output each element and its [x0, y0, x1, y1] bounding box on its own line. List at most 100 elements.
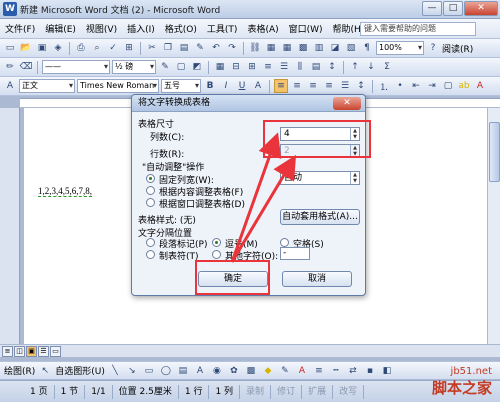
fit-window-label[interactable]: 根据窗口调整表格(D) — [159, 197, 245, 210]
align-center-icon[interactable]: ≡ — [290, 79, 304, 93]
read-mode-button[interactable]: 阅读(R) — [442, 42, 473, 55]
research-icon[interactable]: ⊞ — [122, 41, 136, 55]
menu-insert[interactable]: 插入(I) — [122, 22, 160, 35]
distributed-icon[interactable]: ☰ — [338, 79, 352, 93]
dialog-close-button[interactable]: ✕ — [333, 97, 361, 110]
highlight-icon[interactable]: ab — [457, 79, 471, 93]
print-icon[interactable]: ⎙ — [74, 41, 88, 55]
distribute-rows-icon[interactable]: ☰ — [277, 60, 291, 74]
border-color-icon[interactable]: ✎ — [158, 60, 172, 74]
font-select[interactable]: Times New Roman — [77, 79, 159, 93]
maximize-button[interactable]: □ — [443, 1, 463, 16]
columns-icon[interactable]: ▥ — [312, 41, 326, 55]
sep-other-input[interactable]: - — [280, 247, 310, 260]
save-icon[interactable]: ▣ — [35, 41, 49, 55]
menu-table[interactable]: 表格(A) — [242, 22, 283, 35]
fit-window-radio[interactable] — [146, 198, 155, 207]
open-icon[interactable]: 📂 — [19, 41, 33, 55]
print-preview-icon[interactable]: ⌕ — [90, 41, 104, 55]
sep-tab-radio[interactable] — [146, 250, 155, 259]
fixed-width-value[interactable]: 自动 — [284, 173, 302, 183]
minimize-button[interactable]: — — [422, 1, 442, 16]
show-hide-icon[interactable]: ¶ — [360, 41, 374, 55]
arrow-icon[interactable]: ↘ — [125, 364, 139, 378]
status-rec[interactable]: 录制 — [240, 384, 272, 399]
fill-color-icon[interactable]: ◆ — [261, 364, 275, 378]
autoformat-button[interactable]: 自动套用格式(A)... — [280, 209, 360, 225]
picture-icon[interactable]: ▩ — [244, 364, 258, 378]
scroll-thumb[interactable] — [489, 122, 500, 182]
font-color-icon[interactable]: A — [473, 79, 487, 93]
decrease-indent-icon[interactable]: ⇤ — [409, 79, 423, 93]
status-trk[interactable]: 修订 — [271, 384, 303, 399]
autoformat-icon[interactable]: ▤ — [309, 60, 323, 74]
fixed-width-spinner[interactable]: 自动 ▲ ▼ — [280, 171, 360, 185]
text-direction-icon[interactable]: ↕ — [325, 60, 339, 74]
split-cells-icon[interactable]: ⊞ — [245, 60, 259, 74]
help-search-input[interactable]: 键入需要帮助的问题 — [360, 22, 476, 36]
shadow-icon[interactable]: ▪ — [363, 364, 377, 378]
status-ext[interactable]: 扩展 — [302, 384, 334, 399]
fixed-width-radio[interactable] — [146, 174, 155, 183]
font-color-icon[interactable]: A — [295, 364, 309, 378]
document-text[interactable]: 1,2,3,4,5,6,7,8, — [38, 186, 92, 197]
outline-view-icon[interactable]: ☰ — [38, 345, 49, 357]
borders-icon[interactable]: ▢ — [174, 60, 188, 74]
oval-icon[interactable]: ◯ — [159, 364, 173, 378]
justify-icon[interactable]: ≡ — [322, 79, 336, 93]
bold-button[interactable]: B — [203, 79, 217, 93]
document-map-icon[interactable]: ▧ — [344, 41, 358, 55]
style-select[interactable]: 正文 — [19, 79, 75, 93]
sep-space-radio[interactable] — [280, 238, 289, 247]
draw-menu[interactable]: 绘图(R) — [4, 364, 35, 377]
autoshapes-menu[interactable]: 自选图形(U) — [55, 364, 105, 377]
normal-view-icon[interactable]: ≡ — [2, 345, 13, 357]
wordart-icon[interactable]: A — [193, 364, 207, 378]
3d-icon[interactable]: ◧ — [380, 364, 394, 378]
textbox-icon[interactable]: ▤ — [176, 364, 190, 378]
web-view-icon[interactable]: ◫ — [14, 345, 25, 357]
close-button[interactable]: ✕ — [464, 1, 498, 16]
menu-view[interactable]: 视图(V) — [81, 22, 122, 35]
cut-icon[interactable]: ✂ — [145, 41, 159, 55]
zoom-select[interactable]: 100% — [376, 41, 424, 55]
autosum-icon[interactable]: Σ — [380, 60, 394, 74]
menu-file[interactable]: 文件(F) — [0, 22, 40, 35]
numbering-icon[interactable]: ⒈ — [377, 79, 391, 93]
line-color-icon[interactable]: ✎ — [278, 364, 292, 378]
draw-table-icon[interactable]: ✏ — [3, 60, 17, 74]
styles-icon[interactable]: A — [3, 79, 17, 93]
align-icon[interactable]: ≡ — [261, 60, 275, 74]
new-document-icon[interactable]: ▭ — [3, 41, 17, 55]
menu-tools[interactable]: 工具(T) — [202, 22, 243, 35]
diagram-icon[interactable]: ◉ — [210, 364, 224, 378]
line-style-icon[interactable]: ≡ — [312, 364, 326, 378]
spelling-icon[interactable]: ✓ — [106, 41, 120, 55]
char-border-icon[interactable]: A — [251, 79, 265, 93]
reading-view-icon[interactable]: ▭ — [50, 345, 61, 357]
spinner-arrows-icon[interactable]: ▲ ▼ — [350, 172, 359, 184]
sort-descending-icon[interactable]: ↓ — [364, 60, 378, 74]
italic-button[interactable]: I — [219, 79, 233, 93]
rectangle-icon[interactable]: ▭ — [142, 364, 156, 378]
sep-comma-radio[interactable] — [212, 238, 221, 247]
drawing-icon[interactable]: ◪ — [328, 41, 342, 55]
distribute-columns-icon[interactable]: ⫼ — [293, 60, 307, 74]
status-ovr[interactable]: 改写 — [333, 384, 365, 399]
align-left-icon[interactable]: ≡ — [274, 79, 288, 93]
sep-other-radio[interactable] — [212, 250, 221, 259]
align-right-icon[interactable]: ≡ — [306, 79, 320, 93]
insert-table-icon[interactable]: ▦ — [213, 60, 227, 74]
fit-content-radio[interactable] — [146, 186, 155, 195]
insert-excel-icon[interactable]: ▩ — [296, 41, 310, 55]
hyperlink-icon[interactable]: ⛓ — [248, 41, 262, 55]
borders-icon[interactable]: ▢ — [441, 79, 455, 93]
paste-icon[interactable]: ▤ — [177, 41, 191, 55]
font-size-select[interactable]: 五号 — [161, 79, 201, 93]
vertical-scrollbar[interactable] — [487, 108, 500, 344]
redo-icon[interactable]: ↷ — [225, 41, 239, 55]
menu-edit[interactable]: 编辑(E) — [40, 22, 81, 35]
line-icon[interactable]: ╲ — [108, 364, 122, 378]
bullets-icon[interactable]: • — [393, 79, 407, 93]
arrow-style-icon[interactable]: ⇄ — [346, 364, 360, 378]
